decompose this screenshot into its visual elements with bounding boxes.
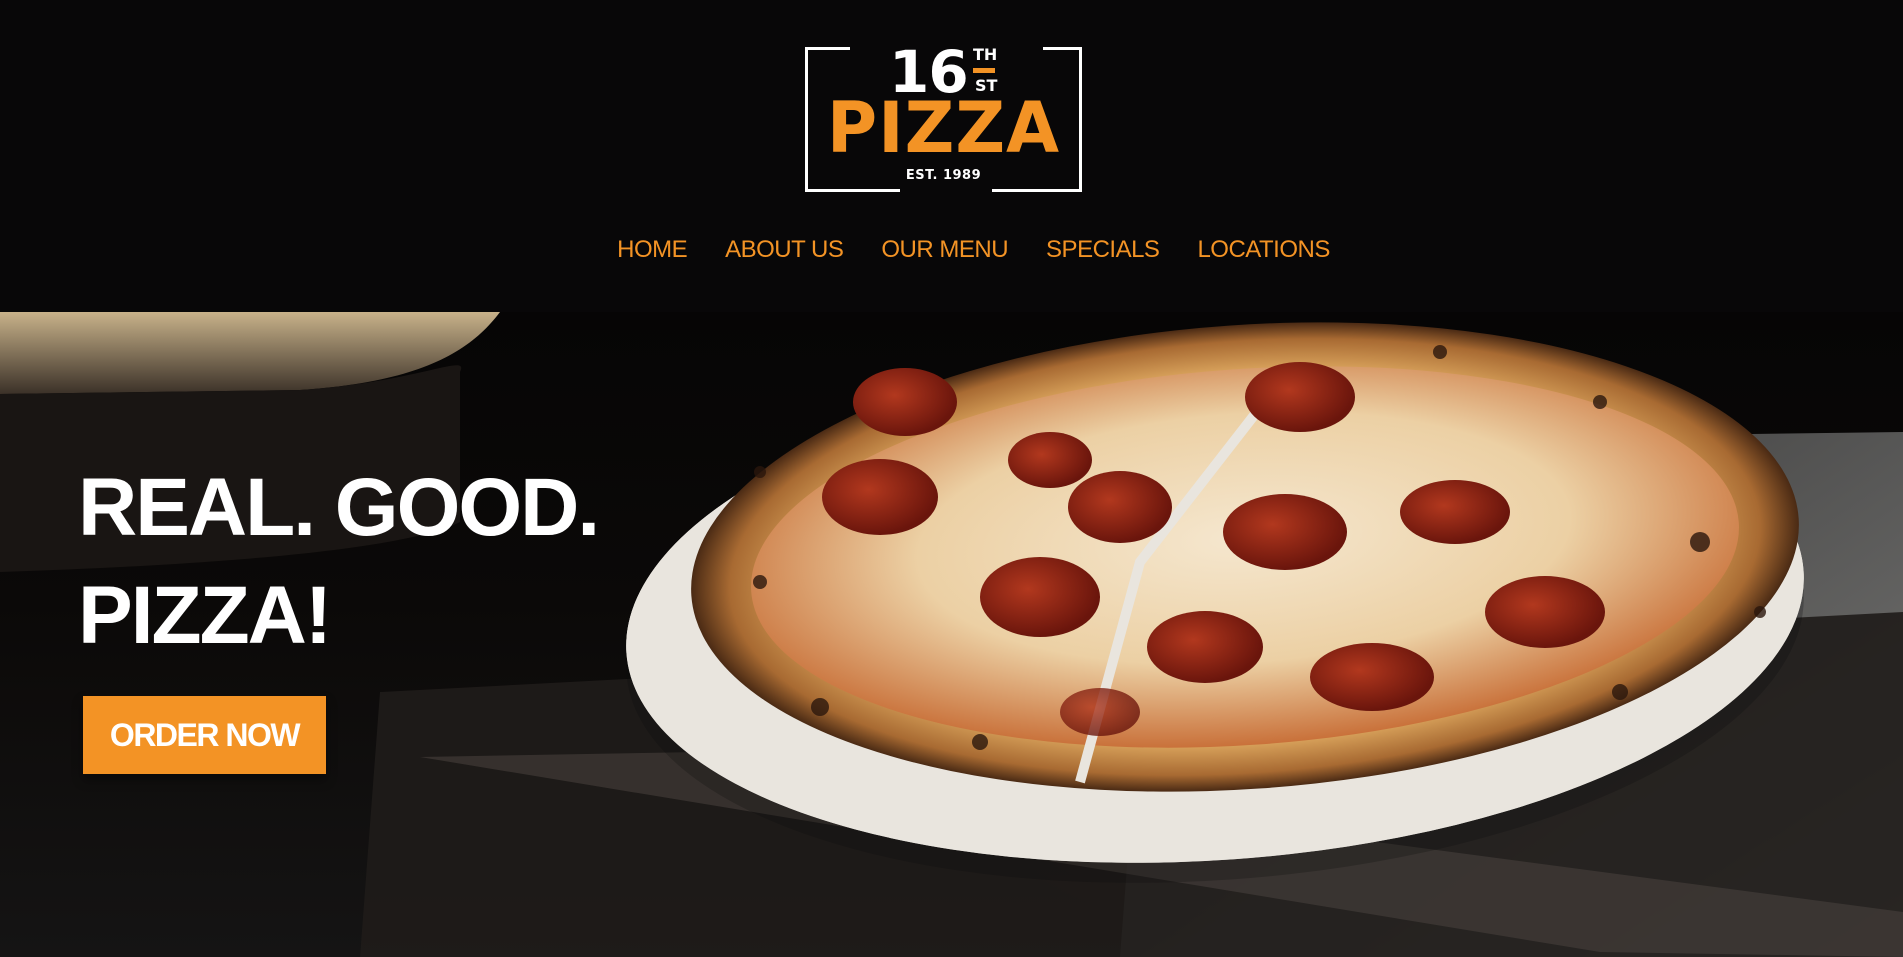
nav-item-home[interactable]: HOME xyxy=(617,236,688,264)
nav-item-specials[interactable]: SPECIALS xyxy=(1046,236,1160,264)
nav-item-locations[interactable]: LOCATIONS xyxy=(1197,236,1330,264)
logo-wordmark: PIZZA xyxy=(826,87,1061,169)
brand-logo[interactable]: 16 TH ST PIZZA EST. 1989 xyxy=(805,43,1082,193)
order-now-button[interactable]: ORDER NOW xyxy=(83,696,326,774)
headline-line-1: REAL. GOOD. xyxy=(78,462,600,553)
nav-item-our-menu[interactable]: OUR MENU xyxy=(881,236,1008,264)
logo-established: EST. 1989 xyxy=(905,168,982,183)
main-nav: HOME ABOUT US OUR MENU SPECIALS LOCATION… xyxy=(0,236,1903,264)
hero-headline: REAL. GOOD. PIZZA! xyxy=(78,454,600,670)
logo-superscript: TH xyxy=(973,45,998,64)
headline-line-2: PIZZA! xyxy=(78,570,332,661)
nav-item-about-us[interactable]: ABOUT US xyxy=(725,236,844,264)
site-header: 16 TH ST PIZZA EST. 1989 HOME ABOUT US O… xyxy=(0,0,1903,312)
hero-banner: REAL. GOOD. PIZZA! ORDER NOW xyxy=(0,312,1903,957)
logo-divider xyxy=(973,68,995,73)
